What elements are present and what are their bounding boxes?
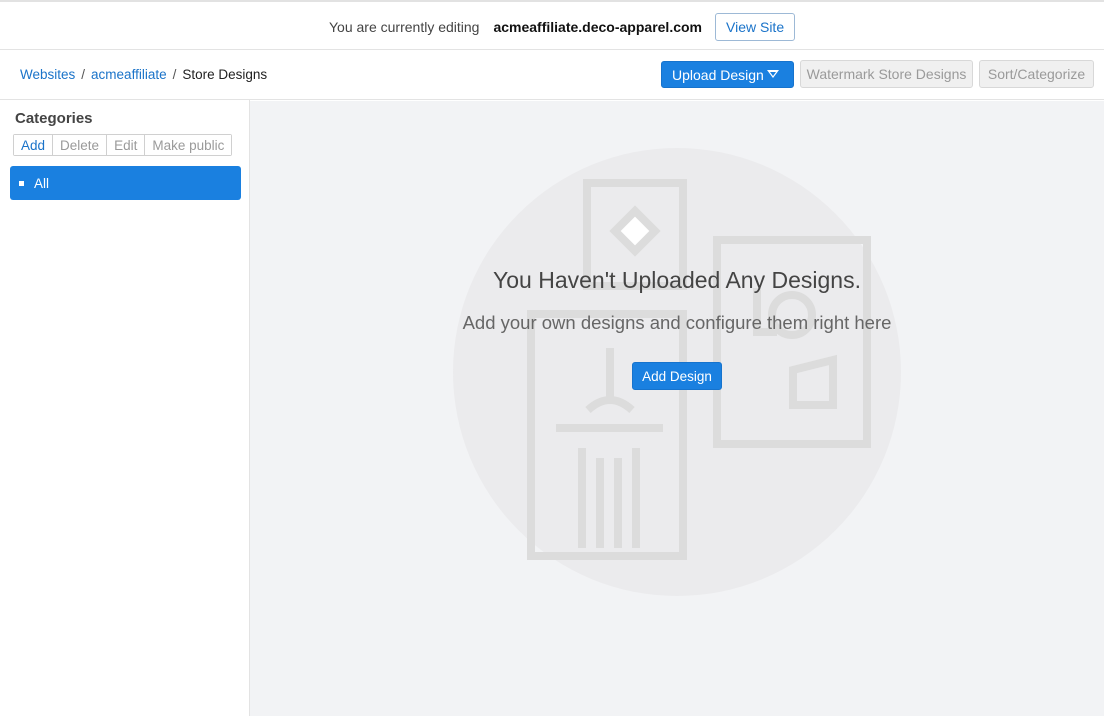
dropdown-caret-icon — [767, 70, 779, 78]
categories-title: Categories — [15, 110, 93, 127]
upload-design-button[interactable]: Upload Design — [661, 61, 794, 88]
category-item-all[interactable]: All — [10, 166, 241, 200]
breadcrumb: Websites / acmeaffiliate / Store Designs — [20, 67, 267, 82]
make-public-button[interactable]: Make public — [144, 135, 232, 155]
empty-state-subtitle: Add your own designs and configure them … — [462, 312, 892, 333]
categories-sidebar: Categories Add Delete Edit Make public A… — [0, 100, 250, 716]
view-site-button[interactable]: View Site — [715, 13, 796, 41]
upload-design-label: Upload Design — [672, 66, 764, 83]
breadcrumb-current: Store Designs — [182, 67, 268, 82]
delete-category-button[interactable]: Delete — [52, 135, 107, 155]
designs-main-area: You Haven't Uploaded Any Designs. Add yo… — [250, 101, 1104, 716]
editing-site-name: acmeaffiliate.deco-apparel.com — [493, 19, 702, 35]
category-item-label: All — [34, 175, 50, 191]
watermark-store-designs-button[interactable]: Watermark Store Designs — [800, 60, 973, 88]
breadcrumb-acmeaffiliate-link[interactable]: acmeaffiliate — [91, 67, 167, 82]
add-design-button[interactable]: Add Design — [632, 362, 722, 390]
sort-categorize-button[interactable]: Sort/Categorize — [979, 60, 1094, 88]
empty-state-title: You Haven't Uploaded Any Designs. — [493, 267, 861, 293]
page-header: Websites / acmeaffiliate / Store Designs… — [0, 50, 1104, 100]
add-category-button[interactable]: Add — [14, 135, 53, 155]
breadcrumb-separator: / — [172, 67, 177, 82]
editing-bar: You are currently editing acmeaffiliate.… — [0, 0, 1104, 50]
breadcrumb-separator: / — [81, 67, 86, 82]
bullet-icon — [19, 180, 24, 186]
editing-info: You are currently editing acmeaffiliate.… — [329, 13, 796, 41]
category-tools: Add Delete Edit Make public — [13, 134, 233, 156]
editing-label: You are currently editing — [329, 19, 480, 35]
breadcrumb-websites-link[interactable]: Websites — [20, 67, 75, 82]
edit-category-button[interactable]: Edit — [106, 135, 145, 155]
